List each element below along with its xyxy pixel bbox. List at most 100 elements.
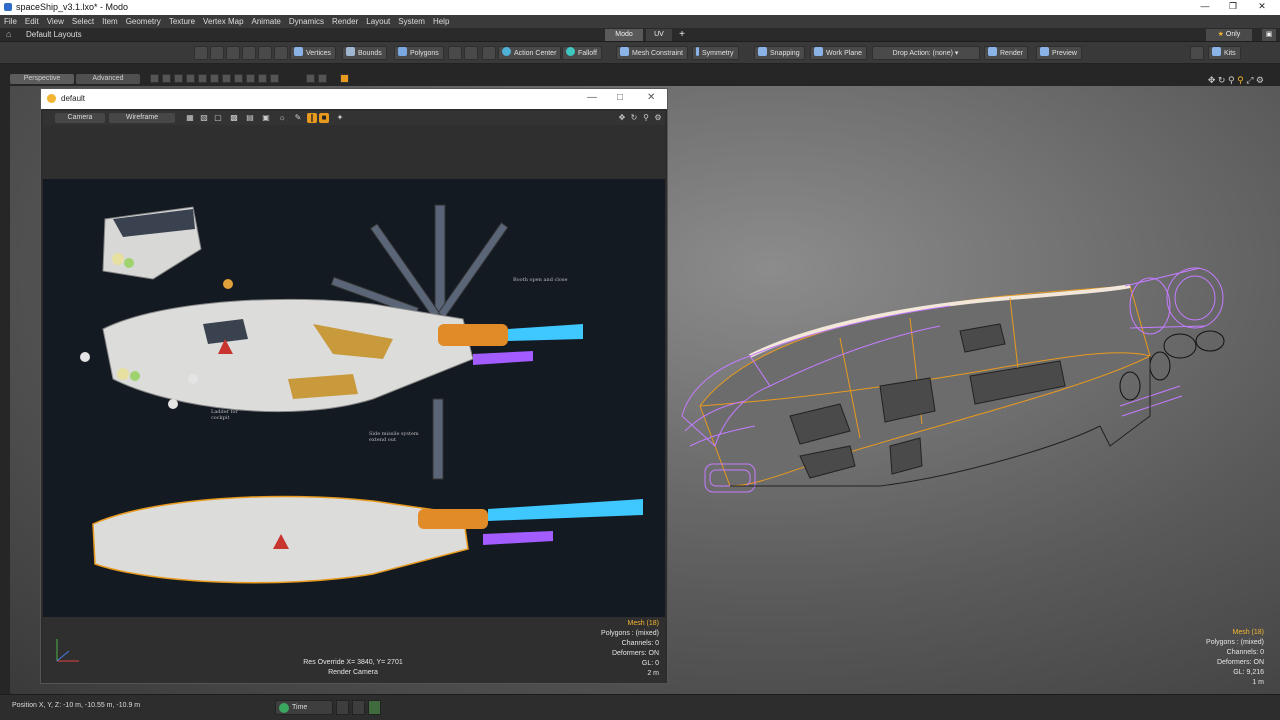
menu-help[interactable]: Help [429, 15, 453, 28]
render-canvas[interactable]: Booth open and close Ladder for cockpit … [43, 179, 665, 617]
menu-geometry[interactable]: Geometry [122, 15, 165, 28]
lasso-tool-icon[interactable] [210, 46, 224, 60]
snapshot-icon[interactable]: ✦ [335, 113, 345, 123]
layout-selector[interactable]: Default Layouts [26, 30, 82, 39]
backdrop-icon[interactable] [234, 74, 243, 83]
checker-icon[interactable]: ▧ [199, 113, 209, 123]
layout-home-icon[interactable]: ⌂ [6, 29, 11, 39]
wireframe-select[interactable]: Wireframe [109, 113, 175, 123]
menu-layout[interactable]: Layout [362, 15, 394, 28]
texture-icon[interactable] [222, 74, 231, 83]
work-plane-button[interactable]: Work Plane [810, 46, 868, 60]
restore-button[interactable]: ❐ [1219, 1, 1247, 14]
select-tool-icon[interactable] [194, 46, 208, 60]
rotate-view-icon[interactable]: ↻ [629, 113, 639, 123]
camera-select[interactable]: Camera [55, 113, 105, 123]
image-icon[interactable]: ▣ [261, 113, 271, 123]
menu-edit[interactable]: Edit [21, 15, 43, 28]
action-center-button[interactable]: Action Center [498, 46, 562, 60]
viewport-split-icon[interactable] [306, 74, 315, 83]
viewport-layout-icon[interactable] [318, 74, 327, 83]
paint-select-icon[interactable] [226, 46, 240, 60]
edge-mode-icon[interactable] [258, 46, 272, 60]
command-history-icon[interactable] [336, 700, 349, 715]
visibility-icon[interactable] [186, 74, 195, 83]
dropdown-arrow-icon[interactable] [464, 46, 478, 60]
grid-icon[interactable] [174, 74, 183, 83]
grid-icon[interactable]: ▦ [185, 113, 195, 123]
mesh-constraint-button[interactable]: Mesh Constraint [616, 46, 688, 60]
item-mode-icon[interactable] [482, 46, 496, 60]
bounds-button[interactable]: Bounds [342, 46, 387, 60]
add-tab-button[interactable]: + [676, 29, 688, 41]
render-window-titlebar[interactable]: default — □ ✕ [41, 89, 667, 109]
render-toggle-icon[interactable] [340, 74, 349, 83]
overlay-icon[interactable] [246, 74, 255, 83]
panel-toggle-icon[interactable]: ▣ [1262, 29, 1276, 41]
render-padding-top [43, 125, 665, 179]
shading-icon[interactable] [150, 74, 159, 83]
drop-action-select[interactable]: Drop Action: (none) ▾ [872, 46, 980, 60]
hatch-icon[interactable]: ▩ [229, 113, 239, 123]
zoom-view-icon[interactable]: ⚲ [1228, 75, 1235, 85]
render-maximize-button[interactable]: □ [617, 92, 623, 103]
render-close-button[interactable]: ✕ [647, 92, 655, 103]
zoom-view-icon[interactable]: ⚲ [641, 113, 651, 123]
settings-gear-icon[interactable]: ⚙ [1256, 75, 1264, 85]
action-center-icon [502, 47, 511, 56]
render-minimize-button[interactable]: — [587, 92, 597, 103]
menu-vertex-map[interactable]: Vertex Map [199, 15, 247, 28]
timeline-icon[interactable] [352, 700, 365, 715]
fit-view-icon[interactable]: ⤢ [1246, 75, 1253, 85]
falloff-button[interactable]: Falloff [562, 46, 602, 60]
menu-texture[interactable]: Texture [165, 15, 199, 28]
render-region-icon[interactable]: ■ [319, 113, 329, 123]
light-icon[interactable]: ☼ [277, 113, 287, 123]
polygon-mode-icon[interactable] [274, 46, 288, 60]
key-icon[interactable]: ⚲ [1237, 75, 1244, 85]
advanced-tab[interactable]: Advanced [76, 74, 140, 84]
fps-icon[interactable] [270, 74, 279, 83]
playback-icon[interactable] [368, 700, 381, 715]
menu-view[interactable]: View [43, 15, 68, 28]
menu-item[interactable]: Item [98, 15, 122, 28]
search-icon[interactable] [1190, 46, 1204, 60]
move-view-icon[interactable]: ✥ [617, 113, 627, 123]
pause-icon[interactable] [258, 74, 267, 83]
render-button[interactable]: Render [984, 46, 1028, 60]
tab-uv[interactable]: UV [646, 29, 672, 41]
wireframe-icon[interactable] [162, 74, 171, 83]
move-view-icon[interactable]: ✥ [1208, 75, 1216, 85]
kits-button[interactable]: Kits [1208, 46, 1241, 60]
menu-system[interactable]: System [394, 15, 429, 28]
frame-icon[interactable]: ▢ [213, 113, 223, 123]
lights-icon[interactable] [198, 74, 207, 83]
close-button[interactable]: ✕ [1248, 1, 1276, 14]
position-readout: Position X, Y, Z: -10 m, -10.55 m, -10.9… [12, 702, 141, 709]
menu-file[interactable]: File [0, 15, 21, 28]
overlay-icon[interactable]: ▤ [245, 113, 255, 123]
rotate-view-icon[interactable]: ↻ [1218, 75, 1226, 85]
minimize-button[interactable]: — [1191, 1, 1219, 14]
booth-annotation: Booth open and close [513, 277, 568, 283]
material-mode-icon[interactable] [448, 46, 462, 60]
camera-icon[interactable] [210, 74, 219, 83]
menu-select[interactable]: Select [68, 15, 98, 28]
tab-modo[interactable]: Modo [605, 29, 643, 41]
polygons-button[interactable]: Polygons [394, 46, 444, 60]
only-toggle[interactable]: ★ Only [1206, 29, 1252, 41]
time-button[interactable]: Time [275, 700, 333, 715]
symmetry-button[interactable]: Symmetry [692, 46, 739, 60]
vertex-mode-icon[interactable] [242, 46, 256, 60]
vertices-button[interactable]: Vertices [290, 46, 336, 60]
menu-render[interactable]: Render [328, 15, 362, 28]
settings-gear-icon[interactable]: ⚙ [653, 113, 663, 123]
menu-animate[interactable]: Animate [248, 15, 285, 28]
snapping-icon [758, 47, 767, 56]
paint-icon[interactable]: ✎ [293, 113, 303, 123]
menu-dynamics[interactable]: Dynamics [285, 15, 328, 28]
preview-button[interactable]: Preview [1036, 46, 1082, 60]
render-pause-icon[interactable]: ❙ [307, 113, 317, 123]
perspective-tab[interactable]: Perspective [10, 74, 74, 84]
snapping-button[interactable]: Snapping [754, 46, 805, 60]
